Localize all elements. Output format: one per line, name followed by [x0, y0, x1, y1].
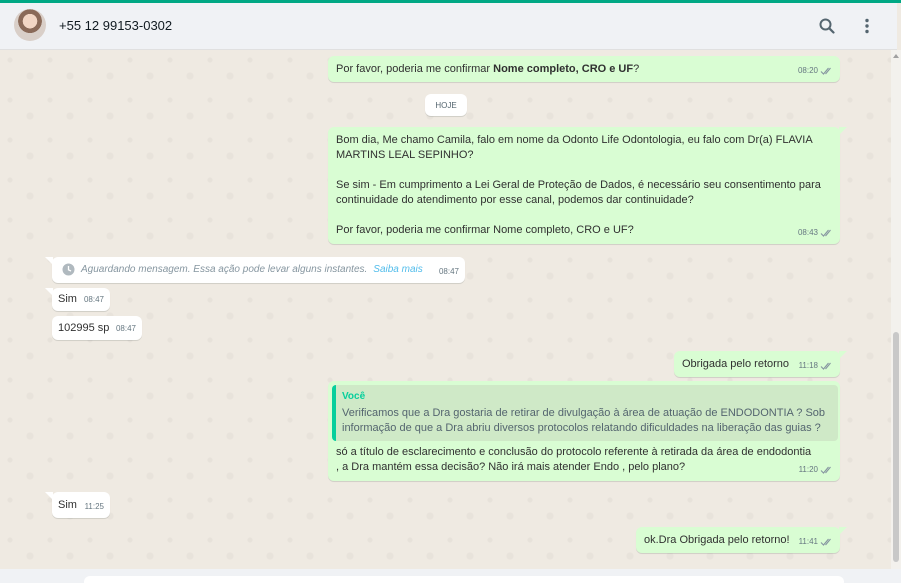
message-time: 08:47 [83, 295, 104, 304]
clock-icon [62, 263, 75, 276]
read-check-icon [820, 362, 831, 370]
message-time: 11:18 [798, 361, 818, 370]
outgoing-message[interactable]: Obrigada pelo retorno 11:18 [674, 351, 847, 377]
scrollbar-thumb[interactable] [893, 332, 899, 562]
scroll-up-arrow-icon[interactable] [892, 52, 900, 60]
waiting-text: Aguardando mensagem. Essa ação pode leva… [81, 264, 368, 275]
contact-name[interactable]: +55 12 99153-0302 [59, 18, 172, 33]
message-time: 11:25 [84, 502, 104, 511]
outgoing-message[interactable]: Por favor, poderia me confirmar Nome com… [328, 56, 840, 82]
message-text: Por favor, poderia me confirmar Nome com… [336, 63, 640, 75]
incoming-message[interactable]: Sim 11:25 [45, 492, 110, 518]
bubble-tail [839, 527, 847, 535]
bubble-tail [45, 288, 53, 296]
message-time: 11:20 [798, 465, 818, 474]
message-meta: 08:47 [84, 292, 104, 307]
learn-more-link[interactable]: Saiba mais [373, 262, 422, 277]
menu-dots-icon[interactable] [856, 15, 878, 37]
read-check-icon [820, 538, 831, 546]
bubble-tail [45, 492, 53, 500]
message-time: 08:47 [115, 324, 136, 333]
message-time: 08:47 [438, 267, 459, 276]
message-meta: 08:43 [798, 225, 834, 240]
message-time: 11:41 [798, 537, 818, 546]
quoted-message[interactable]: Você Verificamos que a Dra gostaria de r… [332, 385, 838, 441]
message-meta: 08:47 [439, 264, 459, 279]
outgoing-reply-message[interactable]: Você Verificamos que a Dra gostaria de r… [328, 381, 840, 481]
read-check-icon [820, 466, 831, 474]
message-meta: 08:20 [798, 63, 834, 78]
day-separator: HOJE [425, 94, 467, 116]
message-input[interactable] [84, 576, 844, 583]
message-time: 08:43 [797, 228, 818, 237]
bubble-tail [839, 127, 847, 135]
message-meta: 11:41 [799, 534, 834, 549]
incoming-message[interactable]: 102995 sp 08:47 [52, 316, 142, 340]
quote-text: Verificamos que a Dra gostaria de retira… [342, 407, 826, 434]
search-icon[interactable] [816, 15, 838, 37]
message-list[interactable]: Por favor, poderia me confirmar Nome com… [0, 50, 891, 569]
incoming-message[interactable]: Sim 08:47 [45, 288, 110, 311]
message-text: Bom dia, Me chamo Camila, falo em nome d… [336, 134, 821, 236]
outgoing-message[interactable]: Bom dia, Me chamo Camila, falo em nome d… [328, 127, 847, 244]
quote-author: Você [342, 391, 366, 402]
bubble-tail [45, 257, 53, 265]
avatar[interactable] [14, 9, 46, 41]
read-check-icon [820, 229, 831, 237]
message-text: só a título de esclarecimento e conclusã… [336, 446, 812, 473]
waiting-message-notice[interactable]: Aguardando mensagem. Essa ação pode leva… [45, 257, 465, 283]
message-meta: 11:20 [799, 462, 834, 477]
bubble-tail [839, 351, 847, 359]
message-meta: 11:18 [799, 358, 834, 373]
read-check-icon [820, 67, 831, 75]
message-meta: 11:25 [85, 499, 104, 514]
message-time: 08:20 [797, 66, 818, 75]
outgoing-message[interactable]: ok.Dra Obrigada pelo retorno! 11:41 [636, 527, 847, 553]
chat-header: +55 12 99153-0302 [0, 3, 897, 50]
message-meta: 08:47 [116, 321, 136, 336]
